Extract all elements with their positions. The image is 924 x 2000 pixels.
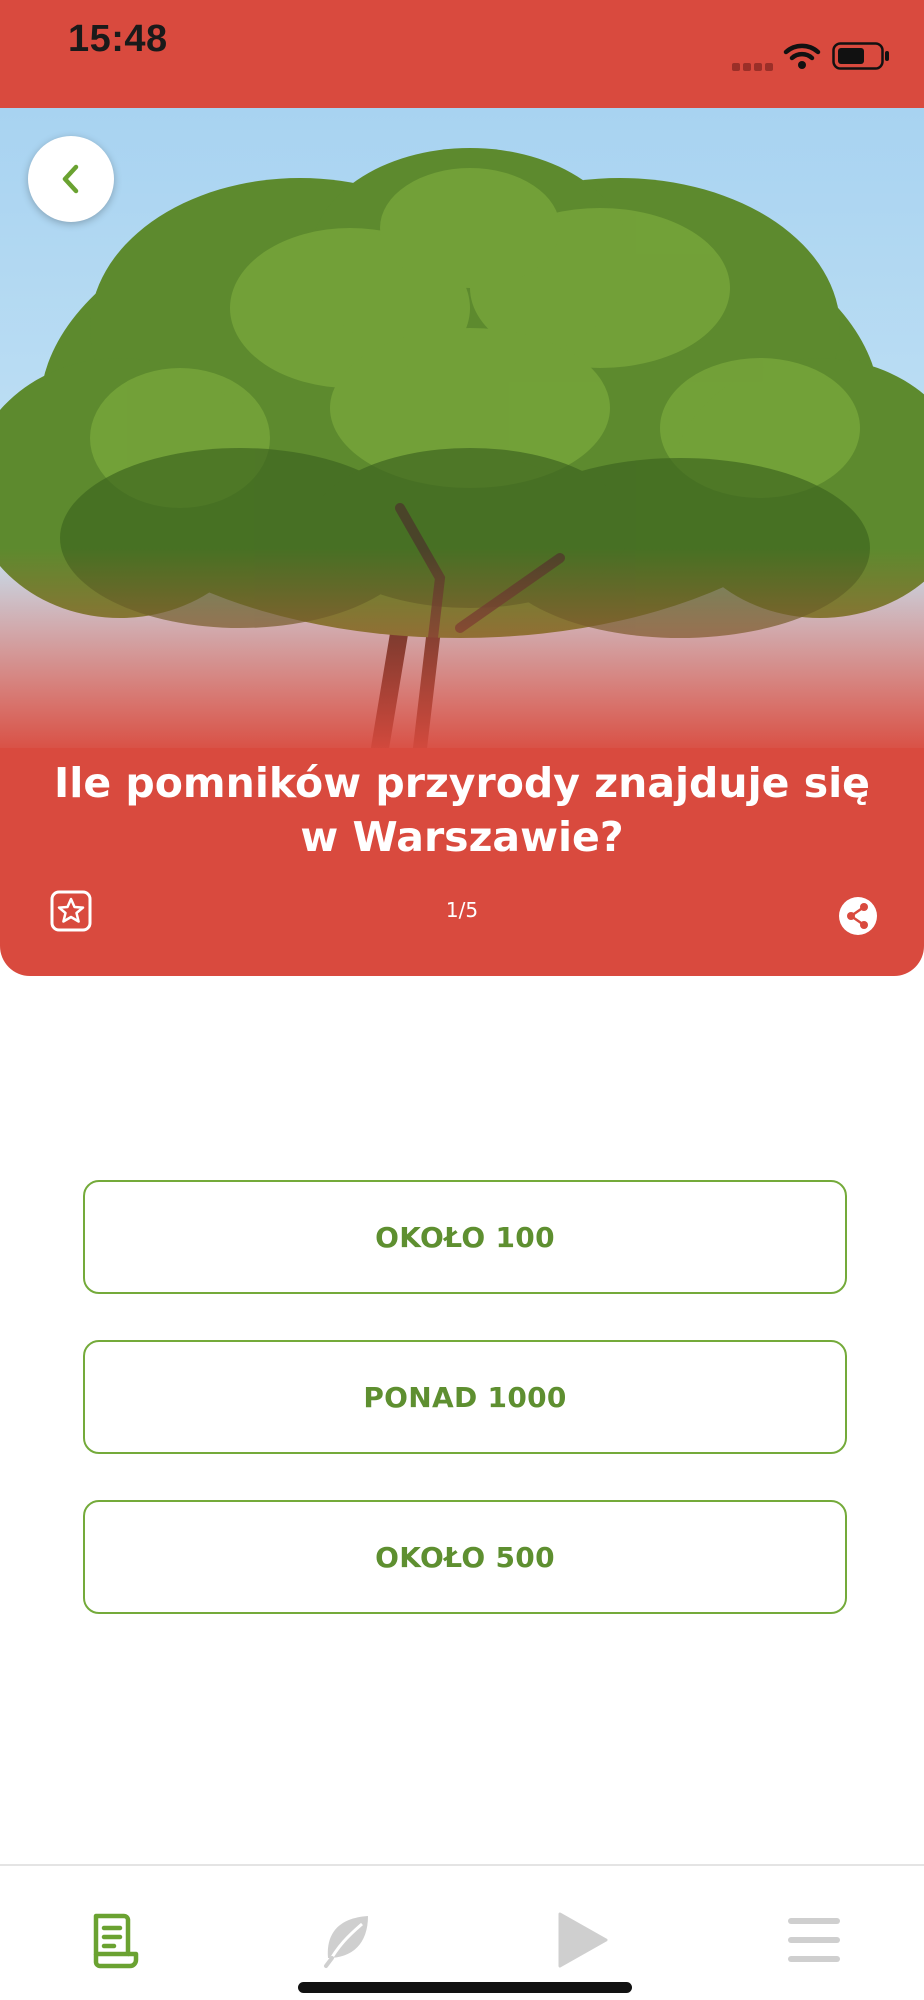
share-icon[interactable] bbox=[838, 896, 878, 936]
battery-icon bbox=[832, 42, 889, 70]
answer-option-2[interactable]: PONAD 1000 bbox=[83, 1340, 847, 1454]
leaf-icon[interactable] bbox=[318, 1910, 378, 1970]
status-bar: 15:48 bbox=[0, 0, 924, 108]
answer-option-1[interactable]: OKOŁO 100 bbox=[83, 1180, 847, 1294]
wifi-icon bbox=[783, 43, 821, 69]
chevron-left-icon bbox=[62, 164, 79, 194]
progress-label: 1/5 bbox=[445, 898, 479, 922]
document-icon[interactable] bbox=[86, 1910, 146, 1970]
question-header: Ile pomników przyrody znajduje się w War… bbox=[0, 108, 924, 976]
photo-fade bbox=[0, 548, 924, 758]
star-badge-icon[interactable] bbox=[50, 890, 92, 932]
home-indicator bbox=[298, 1982, 632, 1993]
play-icon[interactable] bbox=[552, 1910, 612, 1970]
tab-bar bbox=[0, 1864, 924, 2000]
answer-option-3[interactable]: OKOŁO 500 bbox=[83, 1500, 847, 1614]
question-title: Ile pomników przyrody znajduje się w War… bbox=[54, 759, 870, 861]
menu-icon[interactable] bbox=[784, 1910, 844, 1970]
status-time: 15:48 bbox=[68, 18, 168, 60]
back-button[interactable] bbox=[28, 136, 114, 222]
signal-icon bbox=[732, 58, 776, 71]
